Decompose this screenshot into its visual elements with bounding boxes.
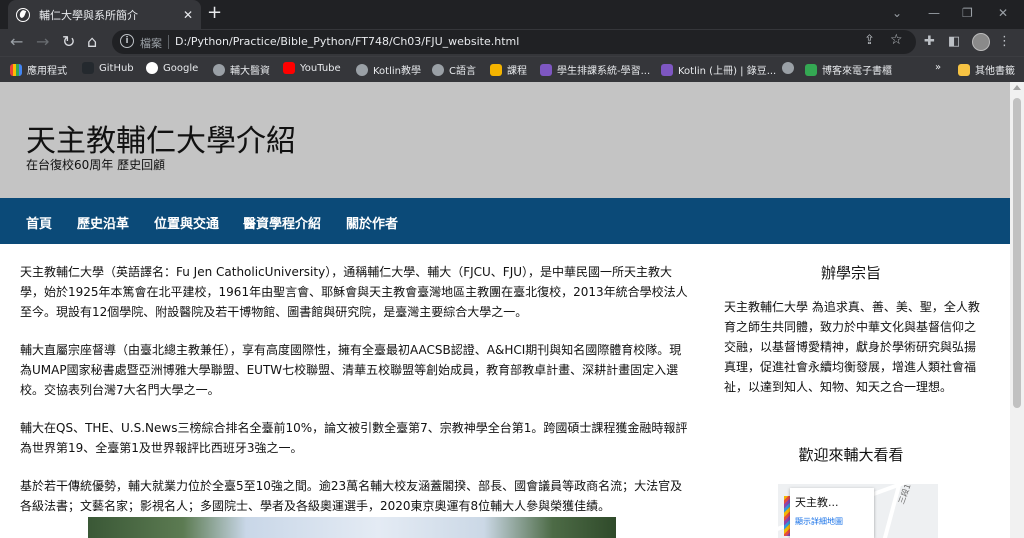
scrollbar-thumb[interactable]	[1013, 98, 1021, 408]
bookmark-item[interactable]: 博客來電子書櫃	[805, 62, 892, 77]
map-info-card: 天主教... 顯示詳細地圖	[790, 488, 874, 538]
browser-tab[interactable]: 輔仁大學與系所簡介 ✕	[8, 0, 201, 29]
site-title: 天主教輔仁大學介紹	[26, 124, 296, 159]
minimize-icon[interactable]: —	[928, 6, 940, 20]
main-content: 天主教輔仁大學（英語譯名：Fu Jen CatholicUniversity），…	[20, 262, 688, 534]
nav-program[interactable]: 醫資學程介紹	[243, 213, 321, 232]
bookmark-label: 應用程式	[27, 66, 67, 77]
home-icon[interactable]: ⌂	[87, 33, 97, 51]
tab-title: 輔仁大學與系所簡介	[39, 8, 138, 22]
new-tab-button[interactable]: +	[207, 3, 222, 23]
scroll-up-arrow-icon[interactable]	[1013, 85, 1021, 90]
forward-icon[interactable]: →	[36, 33, 49, 51]
globe-icon	[16, 7, 30, 22]
reload-icon[interactable]: ↻	[62, 33, 75, 51]
side-panel-icon[interactable]: ◧	[948, 34, 960, 49]
bookmark-label: C語言	[449, 66, 476, 77]
omnibox-file-label: 檔案	[140, 37, 162, 50]
nav-history[interactable]: 歷史沿革	[77, 213, 129, 232]
bookmark-label: Google	[163, 62, 199, 74]
bookmark-label: Kotlin (上冊) | 錄豆...	[678, 66, 777, 77]
bookmark-item[interactable]	[782, 62, 799, 74]
bookmark-favicon-icon	[146, 62, 158, 74]
site-subtitle: 在台復校60周年 歷史回顧	[26, 158, 166, 172]
window-close-icon[interactable]: ✕	[998, 6, 1008, 20]
bookmarks-overflow-icon[interactable]: »	[935, 62, 941, 73]
url-text[interactable]: D:/Python/Practice/Bible_Python/FT748/Ch…	[175, 35, 519, 48]
bookmark-item[interactable]: Kotlin教學	[356, 62, 421, 77]
intro-paragraph: 輔大在QS、THE、U.S.News三榜綜合排名全臺前10%，論文被引數全臺第7…	[20, 421, 688, 455]
bookmark-label: 學生排課系統-學習...	[557, 66, 651, 77]
other-bookmarks-folder[interactable]: 其他書籤	[958, 62, 1015, 77]
bookmark-label: 輔大醫資	[230, 66, 270, 77]
campus-photo-sky	[88, 517, 616, 538]
campus-photo	[88, 517, 616, 538]
other-bookmarks-label: 其他書籤	[975, 66, 1015, 77]
bookmark-favicon-icon	[782, 62, 794, 74]
bookmark-label: Kotlin教學	[373, 66, 421, 77]
bookmark-item[interactable]: Google	[146, 62, 198, 74]
bookmark-label: 課程	[507, 66, 527, 77]
share-icon[interactable]: ⇪	[864, 33, 875, 48]
bookmark-label: GitHub	[99, 62, 134, 74]
embedded-map[interactable]: 天主教... 顯示詳細地圖 三段108巷	[778, 484, 938, 538]
address-bar[interactable]: i 檔案 D:/Python/Practice/Bible_Python/FT7…	[112, 30, 916, 54]
bookmark-favicon-icon	[540, 63, 552, 76]
bookmark-favicon-icon	[432, 63, 444, 76]
back-icon[interactable]: ←	[10, 33, 23, 51]
bookmark-item[interactable]: 學生排課系統-學習...	[540, 62, 650, 77]
site-header: 天主教輔仁大學介紹 在台復校60周年 歷史回顧	[0, 82, 1010, 198]
omnibox-separator	[168, 35, 169, 49]
intro-paragraph: 輔大直屬宗座督導（由臺北總主教兼任），享有高度國際性，擁有全臺最初AACSB認證…	[20, 343, 682, 397]
nav-location[interactable]: 位置與交通	[154, 213, 219, 232]
bookmark-item[interactable]: C語言	[432, 62, 476, 77]
bookmark-favicon-icon	[82, 62, 94, 74]
intro-paragraph: 基於若干傳統優勢，輔大就業力位於全臺5至10強之間。逾23萬名輔大校友涵蓋閣揆、…	[20, 479, 683, 513]
menu-icon[interactable]: ⋮	[998, 34, 1011, 49]
bookmark-item[interactable]: Kotlin (上冊) | 錄豆...	[661, 62, 776, 77]
sidebar: 辦學宗旨 天主教輔仁大學 為追求真、善、美、聖，全人教育之師生共同體，致力於中華…	[718, 262, 984, 538]
bookmark-favicon-icon	[805, 63, 817, 76]
map-card-title: 天主教...	[795, 496, 839, 509]
bookmarks-bar: 應用程式 GitHub Google 輔大醫資 YouTube Kotlin教學 C語言 課程…	[0, 56, 1024, 82]
extensions-icon[interactable]: ✚	[924, 34, 935, 49]
visit-heading: 歡迎來輔大看看	[798, 446, 904, 464]
map-detail-link[interactable]: 顯示詳細地圖	[795, 516, 843, 527]
tab-search-chevron-icon[interactable]: ⌄	[892, 6, 902, 20]
bookmark-label: YouTube	[300, 62, 341, 74]
browser-toolbar: ← → ↻ ⌂ i 檔案 D:/Python/Practice/Bible_Py…	[0, 29, 1024, 56]
folder-icon	[958, 63, 970, 76]
bookmark-favicon-icon	[356, 63, 368, 76]
bookmark-item[interactable]: YouTube	[283, 62, 341, 74]
intro-paragraph: 天主教輔仁大學（英語譯名：Fu Jen CatholicUniversity），…	[20, 265, 688, 319]
site-nav: 首頁 歷史沿革 位置與交通 醫資學程介紹 關於作者	[0, 198, 1010, 244]
restore-icon[interactable]: ❐	[962, 6, 973, 20]
bookmark-favicon-icon	[283, 62, 295, 74]
browser-tab-strip: 輔仁大學與系所簡介 ✕ + ⌄ — ❐ ✕	[0, 0, 1024, 29]
web-page: 天主教輔仁大學介紹 在台復校60周年 歷史回顧 首頁 歷史沿革 位置與交通 醫資…	[0, 82, 1010, 538]
page-scrollbar[interactable]	[1010, 82, 1024, 538]
nav-home[interactable]: 首頁	[26, 213, 52, 232]
bookmark-favicon-icon	[490, 63, 502, 76]
bookmark-label: 博客來電子書櫃	[822, 66, 892, 77]
mission-text: 天主教輔仁大學 為追求真、善、美、聖，全人教育之師生共同體，致力於中華文化與基督…	[724, 300, 980, 394]
nav-about-author[interactable]: 關於作者	[346, 213, 398, 232]
mission-heading: 辦學宗旨	[820, 264, 881, 282]
bookmark-favicon-icon	[10, 63, 22, 76]
profile-avatar[interactable]	[972, 33, 990, 51]
info-icon[interactable]: i	[120, 34, 134, 48]
bookmark-item[interactable]: 應用程式	[10, 62, 67, 77]
bookmark-star-icon[interactable]: ☆	[890, 32, 903, 48]
tab-close-icon[interactable]: ✕	[183, 8, 193, 22]
bookmark-item[interactable]: 輔大醫資	[213, 62, 270, 77]
bookmark-favicon-icon	[213, 63, 225, 76]
bookmark-item[interactable]: GitHub	[82, 62, 134, 74]
bookmark-favicon-icon	[661, 63, 673, 76]
bookmark-item[interactable]: 課程	[490, 62, 527, 77]
